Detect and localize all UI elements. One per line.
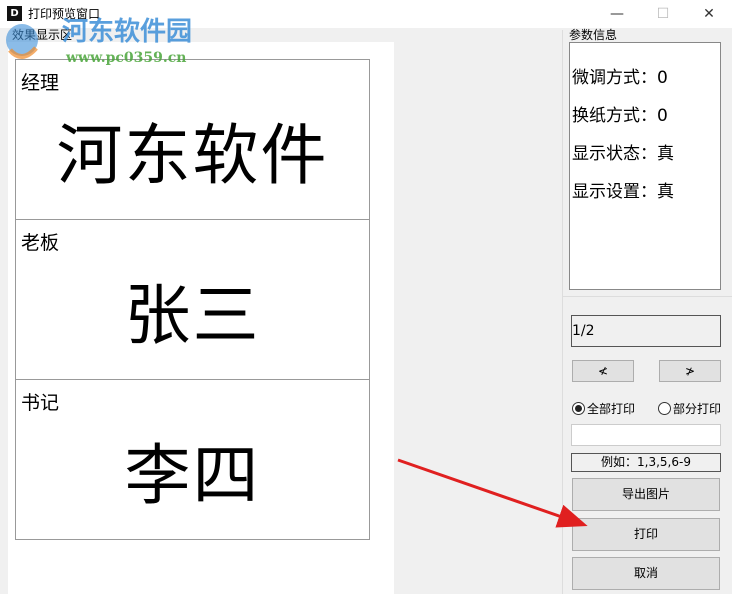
card-name: 河东软件 xyxy=(56,117,329,194)
param-row: 换纸方式：0 xyxy=(572,106,668,126)
params-box: 微调方式：0 换纸方式：0 显示状态：真 显示设置：真 xyxy=(569,42,721,290)
param-row: 显示设置：真 xyxy=(572,182,674,202)
param-row: 显示状态：真 xyxy=(572,144,674,164)
card-role: 书记 xyxy=(21,392,60,414)
range-example-label: 例如：1,3,5,6-9 xyxy=(571,453,721,472)
param-row: 微调方式：0 xyxy=(572,68,668,88)
card-name: 李四 xyxy=(124,437,261,514)
next-page-button[interactable]: ≯ xyxy=(659,360,721,382)
app-icon: D xyxy=(7,6,22,21)
radio-print-all[interactable]: 全部打印 xyxy=(572,400,635,417)
divider xyxy=(562,296,732,297)
radio-print-part[interactable]: 部分打印 xyxy=(658,400,721,417)
radio-checked-icon xyxy=(572,402,585,415)
minimize-button[interactable]: — xyxy=(594,0,640,28)
radio-label: 全部打印 xyxy=(587,402,636,416)
radio-label: 部分打印 xyxy=(673,402,722,416)
card-name: 张三 xyxy=(124,277,261,354)
preview-card: 老板 张三 xyxy=(15,219,370,380)
export-image-button[interactable]: 导出图片 xyxy=(572,478,720,511)
cancel-button[interactable]: 取消 xyxy=(572,557,720,590)
title-bar: D 打印预览窗口 — ☐ ✕ xyxy=(0,0,732,28)
page-range-input[interactable] xyxy=(571,424,721,446)
page-indicator-button[interactable]: 1/2 xyxy=(571,315,721,347)
radio-unchecked-icon xyxy=(658,402,671,415)
preview-group-label: 效果显示区 xyxy=(12,28,73,42)
card-role: 老板 xyxy=(21,232,60,254)
close-button[interactable]: ✕ xyxy=(686,0,732,28)
print-button[interactable]: 打印 xyxy=(572,518,720,551)
card-role: 经理 xyxy=(21,72,60,94)
window-title: 打印预览窗口 xyxy=(28,7,101,21)
prev-page-button[interactable]: ≮ xyxy=(572,360,634,382)
preview-card: 书记 李四 xyxy=(15,379,370,540)
divider xyxy=(562,30,563,594)
preview-card: 经理 河东软件 xyxy=(15,59,370,220)
maximize-button[interactable]: ☐ xyxy=(640,0,686,28)
params-group-label: 参数信息 xyxy=(569,28,618,42)
